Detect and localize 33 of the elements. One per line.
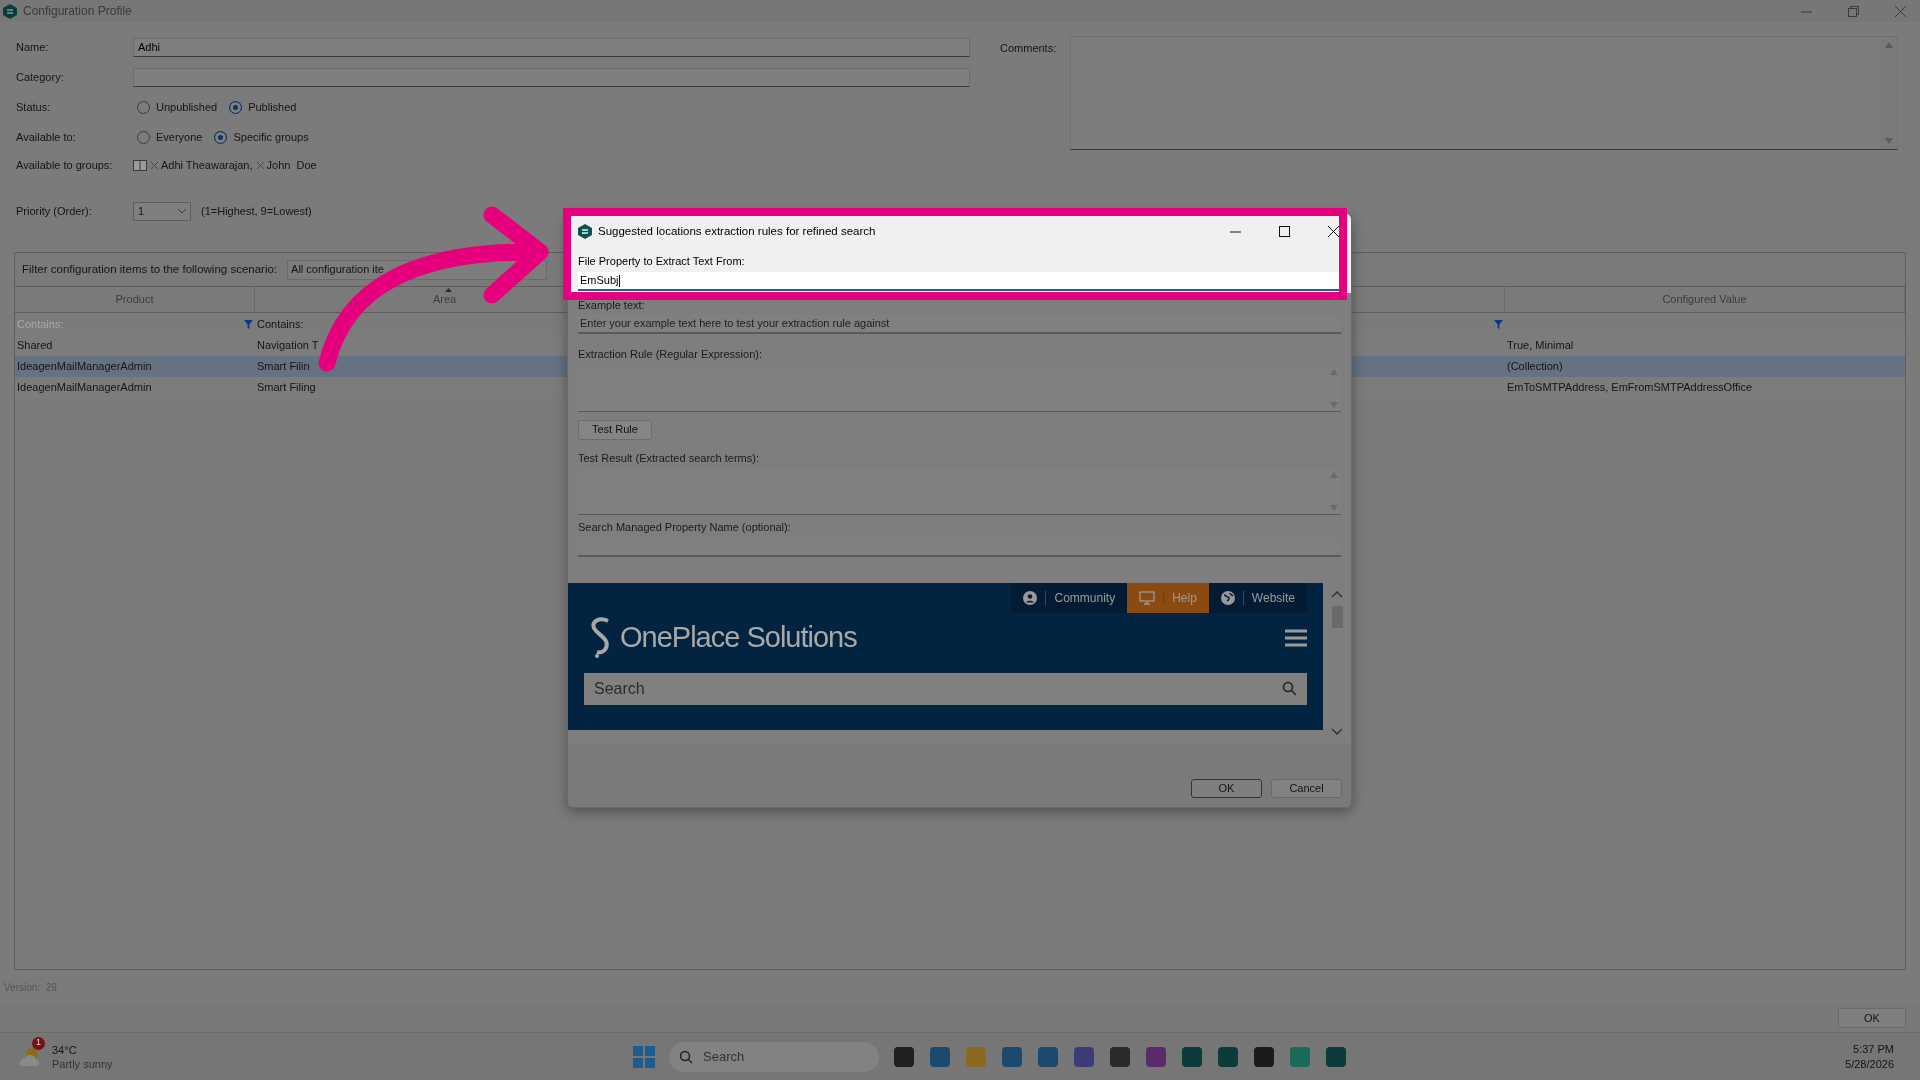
field-label: Category: — [16, 69, 65, 85]
table-cell: IdeagenMailManagerAdmin — [17, 381, 152, 394]
field-label: Search Managed Property Name (optional): — [578, 520, 792, 535]
window-title: Configuration Profile — [23, 3, 132, 20]
logo-text: OnePlace Solutions — [620, 619, 857, 655]
filter-label: Filter configuration items to the following scenario: — [22, 261, 278, 277]
table-cell: Shared — [17, 339, 53, 352]
field-label: Example text: — [578, 297, 646, 313]
field-label: Priority (Order): — [16, 203, 93, 219]
table-cell: Navigation T — [257, 339, 319, 352]
priority-hint: (1=Highest, 9=Lowest) — [201, 203, 312, 219]
field-label: File Property to Extract Text From: — [578, 254, 746, 269]
temperature: 34°C — [52, 1042, 78, 1057]
table-cell: Smart Filing — [257, 381, 316, 394]
group-tag: Adhi Theawarajan, — [161, 156, 253, 174]
table-cell: (Collection) — [1507, 360, 1563, 373]
field-label: Name: — [16, 39, 50, 55]
table-cell: Smart Filin — [257, 360, 310, 373]
notification-badge: 1 — [32, 1036, 45, 1050]
field-label: Available to groups: — [16, 157, 114, 173]
clock-time: 5:37 PM — [1853, 1041, 1894, 1057]
field-label: Available to: — [16, 129, 77, 145]
table-cell: True, Minimal — [1507, 339, 1574, 352]
table-cell: EmToSMTPAddress, EmFromSMTPAddressOffice — [1507, 381, 1753, 394]
field-label: Extraction Rule (Regular Expression): — [578, 347, 764, 362]
field-label: Comments: — [1000, 41, 1058, 56]
group-tag: John Doe — [266, 156, 317, 174]
dialog-title: Suggested locations extraction rules for refined search — [598, 223, 876, 239]
weather-text: Partly sunny — [52, 1056, 113, 1071]
field-label: Status: — [16, 99, 52, 115]
clock-date: 5/28/2026 — [1845, 1056, 1894, 1072]
field-label: Test Result (Extracted search terms): — [578, 450, 760, 466]
table-cell: IdeagenMailManagerAdmin — [17, 360, 152, 373]
